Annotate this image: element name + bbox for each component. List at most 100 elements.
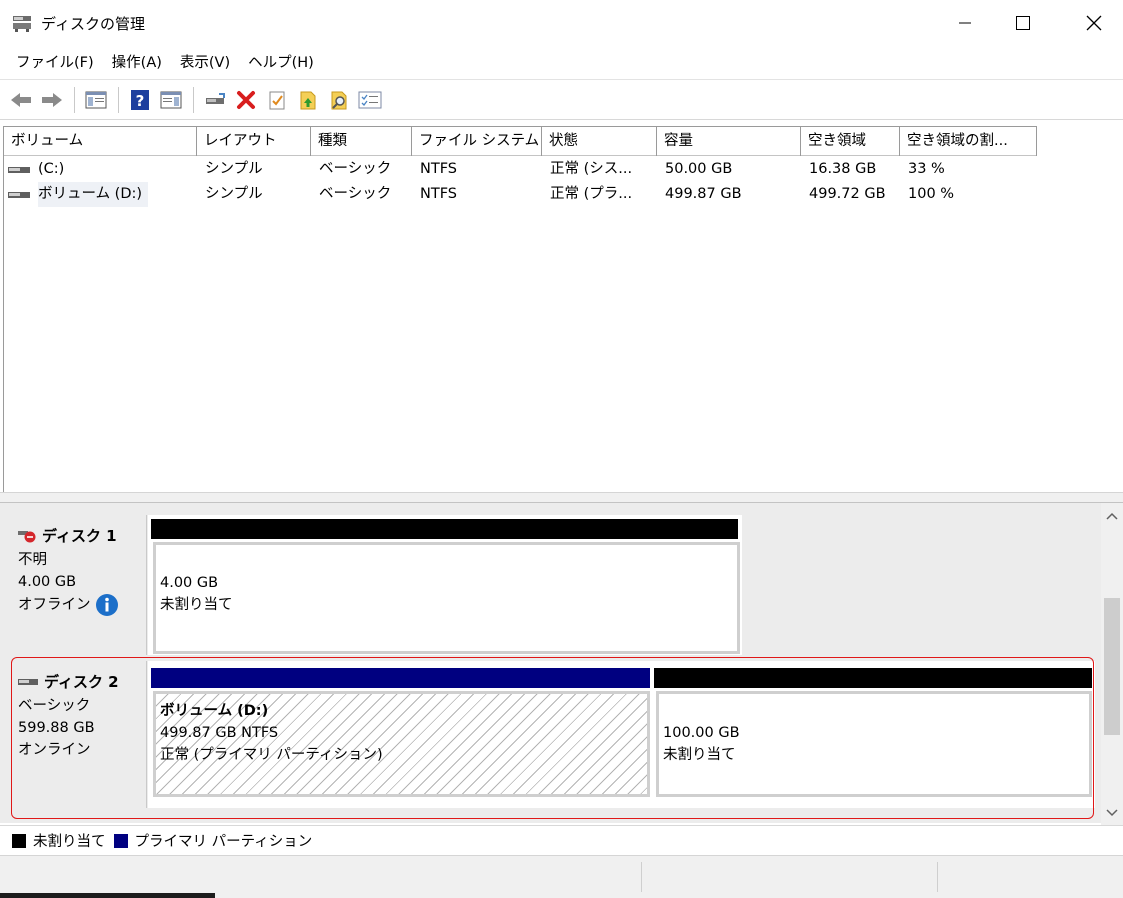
console-tree-button[interactable] [81, 85, 111, 115]
primary-partition-bar [151, 668, 650, 688]
rescan-button[interactable] [293, 85, 323, 115]
forward-button[interactable] [37, 85, 67, 115]
menu-action[interactable]: 操作(A) [103, 46, 171, 80]
column-layout[interactable]: レイアウト [197, 127, 311, 156]
disk-2-partition-area: ボリューム (D:) 499.87 GB NTFS 正常 (プライマリ パーティ… [148, 661, 1095, 808]
cell-capacity: 499.87 GB [665, 186, 742, 202]
action-pane-button[interactable] [156, 85, 186, 115]
properties-button[interactable] [262, 85, 292, 115]
toolbar: ? [0, 80, 1123, 120]
menu-bar: ファイル(F) 操作(A) 表示(V) ヘルプ(H) [0, 46, 1123, 80]
taskbar-edge [0, 893, 215, 898]
forward-arrow-icon [42, 92, 62, 107]
disk-management-icon [12, 13, 32, 33]
disk-2-name: ディスク 2 [44, 673, 119, 691]
connect-drive-button[interactable] [200, 85, 230, 115]
disk-2-state: オンライン [18, 742, 91, 758]
back-button[interactable] [6, 85, 36, 115]
disk-map-pane: ディスク 1 不明 4.00 GB オフライン 4.00 GB 未割り当て ディ… [0, 503, 1101, 823]
cell-capacity: 50.00 GB [665, 161, 733, 177]
disk-1-label[interactable]: ディスク 1 不明 4.00 GB オフライン [8, 515, 147, 655]
volume-d-partition[interactable]: ボリューム (D:) 499.87 GB NTFS 正常 (プライマリ パーティ… [153, 691, 650, 797]
back-arrow-icon [11, 92, 31, 107]
legend-primary-label: プライマリ パーティション [134, 834, 313, 850]
disk-1-size: 4.00 GB [18, 574, 77, 590]
disk-1-type: 不明 [18, 552, 47, 568]
scroll-up-button[interactable] [1101, 505, 1123, 527]
delete-icon [237, 90, 255, 109]
cell-status: 正常 (プラ... [550, 186, 633, 202]
legend-unallocated-label: 未割り当て [33, 834, 106, 850]
minimize-button[interactable] [936, 0, 994, 46]
partition-title: ボリューム (D:) [160, 703, 269, 719]
status-bar [0, 855, 1123, 898]
volume-name: (C:) [38, 161, 65, 177]
menu-file[interactable]: ファイル(F) [7, 46, 103, 80]
toolbar-separator [193, 86, 194, 113]
search-icon [331, 91, 347, 109]
partition-desc: 未割り当て [160, 597, 233, 613]
cell-status: 正常 (シス... [550, 161, 633, 177]
delete-button[interactable] [231, 85, 261, 115]
volume-list: ボリューム レイアウト 種類 ファイル システム 状態 容量 空き領域 空き領域… [3, 126, 1123, 492]
cell-type: ベーシック [319, 161, 392, 177]
disk-1-unallocated-partition[interactable]: 4.00 GB 未割り当て [153, 542, 740, 654]
cell-free-space: 499.72 GB [809, 186, 886, 202]
table-row[interactable]: ボリューム (D:) シンプル ベーシック NTFS 正常 (プラ... 499… [4, 182, 1037, 207]
partition-size: 100.00 GB [663, 725, 740, 741]
disk-2-unallocated-partition[interactable]: 100.00 GB 未割り当て [656, 691, 1092, 797]
menu-view[interactable]: 表示(V) [171, 46, 239, 80]
disk-icon [18, 678, 38, 685]
chevron-up-icon [1106, 512, 1118, 520]
cell-volume: (C:) [4, 157, 197, 182]
scroll-down-button[interactable] [1101, 802, 1123, 824]
disk-2-type: ベーシック [18, 698, 91, 714]
disk-1-state-row: オフライン [18, 593, 146, 617]
svg-text:?: ? [136, 92, 145, 110]
minimize-icon [959, 22, 971, 24]
legend: 未割り当て プライマリ パーティション [0, 825, 1123, 855]
volume-name: ボリューム (D:) [38, 182, 149, 207]
console-tree-icon [85, 91, 107, 108]
title-bar: ディスクの管理 [0, 0, 1123, 46]
column-free-percent[interactable]: 空き領域の割... [900, 127, 1037, 156]
disk-1-state: オフライン [18, 597, 91, 613]
disk-pane-scrollbar[interactable] [1101, 503, 1123, 825]
menu-help[interactable]: ヘルプ(H) [239, 46, 323, 80]
pane-splitter[interactable] [0, 492, 1123, 503]
disk-1-name-row: ディスク 1 [18, 525, 146, 546]
partition-desc: 未割り当て [663, 747, 736, 763]
close-button[interactable] [1065, 0, 1123, 46]
volume-icon [8, 191, 30, 198]
volume-icon [8, 166, 30, 173]
disk-2-label[interactable]: ディスク 2 ベーシック 599.88 GB オンライン [8, 661, 147, 808]
help-icon: ? [131, 89, 149, 110]
disk-2-name-row: ディスク 2 [18, 671, 146, 692]
column-free-space[interactable]: 空き領域 [801, 127, 900, 156]
help-button[interactable]: ? [125, 85, 155, 115]
column-type[interactable]: 種類 [311, 127, 412, 156]
settings-list-button[interactable] [355, 85, 385, 115]
column-status[interactable]: 状態 [542, 127, 657, 156]
cell-free-percent: 100 % [908, 186, 955, 202]
column-filesystem[interactable]: ファイル システム [412, 127, 542, 156]
column-capacity[interactable]: 容量 [657, 127, 801, 156]
search-button[interactable] [324, 85, 354, 115]
legend-unallocated-swatch [12, 833, 26, 848]
info-icon[interactable] [95, 593, 119, 617]
maximize-button[interactable] [994, 0, 1052, 46]
cell-type: ベーシック [319, 186, 392, 202]
close-icon [1086, 15, 1102, 31]
maximize-icon [1016, 16, 1030, 30]
cell-volume: ボリューム (D:) [4, 182, 197, 207]
window-title: ディスクの管理 [41, 15, 145, 33]
disk-1-partition-area: 4.00 GB 未割り当て [148, 515, 742, 655]
volume-list-header: ボリューム レイアウト 種類 ファイル システム 状態 容量 空き領域 空き領域… [4, 126, 1037, 156]
cell-layout: シンプル [205, 161, 263, 177]
toolbar-separator [118, 86, 119, 113]
column-volume[interactable]: ボリューム [4, 127, 197, 156]
status-separator [641, 862, 642, 892]
scroll-thumb[interactable] [1104, 598, 1120, 735]
table-row[interactable]: (C:) シンプル ベーシック NTFS 正常 (シス... 50.00 GB … [4, 157, 1037, 182]
rescan-icon [300, 91, 316, 109]
